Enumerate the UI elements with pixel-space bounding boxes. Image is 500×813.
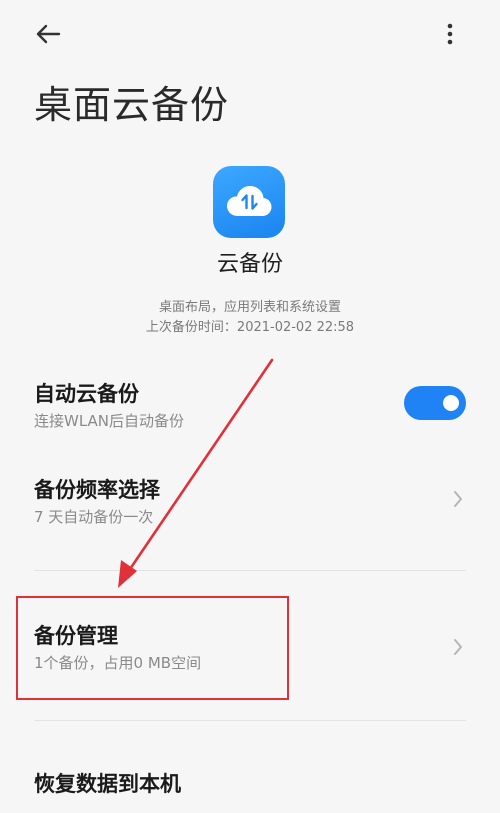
page-title: 桌面云备份 [34,83,230,127]
backup-management-title: 备份管理 [34,624,118,648]
backup-frequency-subtitle: 7 天自动备份一次 [34,508,154,526]
last-backup-time: 上次备份时间：2021-02-02 22:58 [145,320,355,335]
chevron-right-icon [446,484,470,514]
auto-backup-toggle[interactable] [404,386,466,420]
restore-data-title: 恢复数据到本机 [34,772,181,796]
app-name: 云备份 [216,252,283,277]
backup-frequency-title: 备份频率选择 [34,478,160,502]
cloud-sync-icon [213,166,285,238]
more-options-button[interactable] [430,14,470,54]
section-divider [34,570,466,571]
toggle-knob [443,395,459,411]
chevron-right-icon [446,632,470,662]
backup-management-row[interactable]: 备份管理 1个备份，占用0 MB空间 [0,614,500,680]
backup-management-subtitle: 1个备份，占用0 MB空间 [34,654,202,672]
auto-backup-subtitle: 连接WLAN后自动备份 [34,412,185,430]
auto-backup-title: 自动云备份 [34,382,139,406]
restore-data-row[interactable]: 恢复数据到本机 [0,762,500,802]
back-button[interactable] [26,14,70,54]
top-bar [0,0,500,66]
backup-frequency-row[interactable]: 备份频率选择 7 天自动备份一次 [0,468,500,534]
arrow-left-icon [36,24,61,44]
backup-description: 桌面布局，应用列表和系统设置 [158,300,341,315]
more-vertical-icon [447,23,453,45]
section-divider [34,720,466,721]
